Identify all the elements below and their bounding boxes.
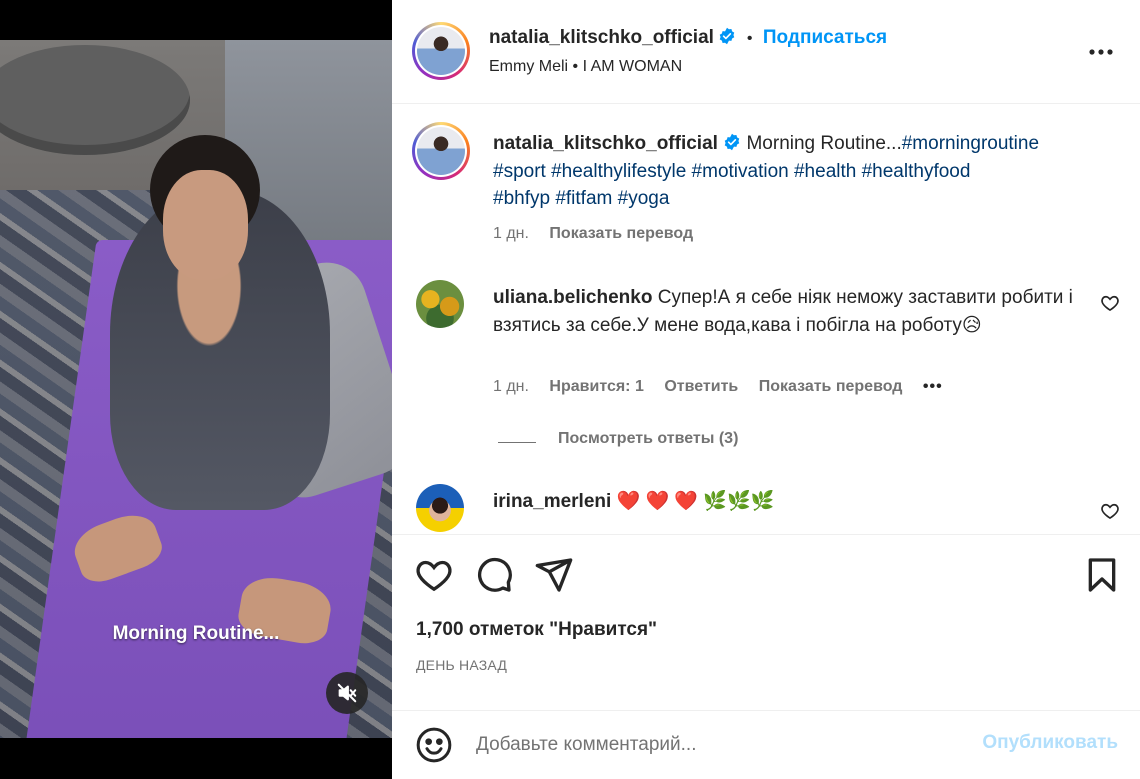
comment-form: Опубликовать <box>392 710 1140 779</box>
comment-text: ❤️ ❤️ ❤️ 🌿🌿🌿 <box>616 491 775 512</box>
verified-icon <box>720 27 735 45</box>
caption-translate-button[interactable]: Показать перевод <box>549 225 693 242</box>
view-replies-button[interactable]: Посмотреть ответы (3) <box>558 430 738 448</box>
comments-list[interactable]: natalia_klitschko_official Morning Routi… <box>392 104 1140 534</box>
share-icon[interactable] <box>534 555 574 595</box>
follow-button[interactable]: Подписаться <box>763 27 887 48</box>
caption-username[interactable]: natalia_klitschko_official <box>493 133 718 154</box>
verified-icon <box>724 133 740 151</box>
comment-input[interactable] <box>476 728 956 762</box>
woman-face <box>163 170 248 280</box>
replies-divider <box>498 442 536 443</box>
post-time[interactable]: ДЕНЬ НАЗАД <box>416 657 507 673</box>
comment-reply-button[interactable]: Ответить <box>664 378 738 395</box>
comment-like-icon[interactable] <box>1100 501 1120 521</box>
heart-icon[interactable] <box>414 555 454 595</box>
more-options-button[interactable] <box>1086 40 1116 64</box>
caption-hashtags-3[interactable]: #bhfyp #fitfam #yoga <box>493 188 669 209</box>
bookmark-icon[interactable] <box>1082 555 1122 595</box>
caption-time[interactable]: 1 дн. <box>493 225 529 242</box>
author-username[interactable]: natalia_klitschko_official <box>489 27 714 48</box>
mute-button[interactable] <box>326 672 368 714</box>
commenter-avatar[interactable] <box>416 280 464 328</box>
post-actions: 1,700 отметок "Нравится" ДЕНЬ НАЗАД <box>392 534 1140 710</box>
author-avatar[interactable] <box>412 22 470 80</box>
more-options-icon <box>1089 49 1113 55</box>
mute-icon <box>337 683 357 703</box>
comment-icon[interactable] <box>474 555 514 595</box>
caption-hashtags-1[interactable]: #morningroutine <box>902 133 1039 154</box>
emoji-icon[interactable] <box>414 725 454 765</box>
commenter-avatar[interactable] <box>416 484 464 532</box>
caption-text: Morning Routine... <box>746 133 902 154</box>
likes-count[interactable]: 1,700 отметок "Нравится" <box>416 619 657 641</box>
post-header: natalia_klitschko_official • Подписаться… <box>392 0 1140 104</box>
post-media: Morning Routine... <box>0 0 392 779</box>
header-separator: • <box>746 30 753 47</box>
caption-hashtags-2[interactable]: #sport #healthylifestyle #motivation #he… <box>493 161 970 182</box>
comment-time[interactable]: 1 дн. <box>493 378 529 395</box>
comment-like-icon[interactable] <box>1100 293 1120 313</box>
post-panel: natalia_klitschko_official • Подписаться… <box>392 0 1140 779</box>
publish-button[interactable]: Опубликовать <box>982 732 1118 754</box>
comment-username[interactable]: uliana.belichenko <box>493 287 652 308</box>
audio-track[interactable]: Emmy Meli • I AM WOMAN <box>489 58 682 76</box>
coffee-table <box>0 45 190 155</box>
comment-likes[interactable]: Нравится: 1 <box>549 378 643 395</box>
comment-username[interactable]: irina_merleni <box>493 491 611 512</box>
caption-avatar[interactable] <box>412 122 470 180</box>
video-caption: Morning Routine... <box>112 623 280 644</box>
comment-translate-button[interactable]: Показать перевод <box>759 378 903 395</box>
comment-more-button[interactable]: ••• <box>923 378 943 395</box>
